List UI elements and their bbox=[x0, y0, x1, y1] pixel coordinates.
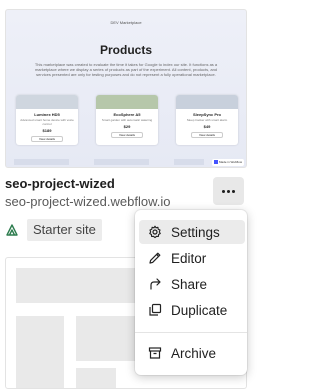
site-name[interactable]: seo-project-wized bbox=[5, 176, 115, 191]
footer-placeholder bbox=[174, 159, 204, 165]
menu-item-editor[interactable]: Editor bbox=[139, 246, 245, 270]
menu-divider bbox=[135, 332, 247, 333]
product-view-button: View details bbox=[31, 136, 63, 142]
starter-plan-icon bbox=[6, 224, 18, 236]
thumbnail-description: This marketplace was created to evaluate… bbox=[34, 62, 218, 77]
product-image bbox=[176, 95, 238, 109]
menu-item-duplicate[interactable]: Duplicate bbox=[139, 298, 245, 322]
thumbnail-product-grid: Luminex HD5 Advanced smart home device w… bbox=[16, 95, 238, 151]
menu-item-label: Share bbox=[171, 276, 208, 292]
site-url[interactable]: seo-project-wized.webflow.io bbox=[5, 194, 170, 209]
site-thumbnail[interactable]: DEV Marketplace Products This marketplac… bbox=[5, 9, 247, 168]
product-description: Sleep tracker with smart alarm bbox=[186, 118, 228, 122]
duplicate-icon bbox=[148, 303, 162, 317]
product-image bbox=[96, 95, 158, 109]
product-name: Luminex HD5 bbox=[34, 112, 60, 117]
thumbnail-brand: DEV Marketplace bbox=[110, 20, 142, 25]
menu-item-label: Settings bbox=[171, 224, 220, 240]
archive-box-icon bbox=[148, 346, 162, 360]
webflow-logo-icon bbox=[214, 160, 219, 165]
made-in-webflow-badge: Made in Webflow bbox=[212, 159, 244, 166]
product-price: $29 bbox=[123, 124, 131, 129]
product-description: Advanced smart home device with voice co… bbox=[20, 118, 74, 126]
product-price: $189 bbox=[42, 128, 52, 133]
pencil-icon bbox=[148, 251, 162, 265]
product-view-button: View details bbox=[191, 132, 223, 138]
thumbnail-product-card: SleepSync Pro Sleep tracker with smart a… bbox=[176, 95, 238, 145]
menu-item-settings[interactable]: Settings bbox=[139, 220, 245, 244]
footer-placeholder bbox=[94, 159, 149, 165]
thumbnail-product-card: Luminex HD5 Advanced smart home device w… bbox=[16, 95, 78, 145]
product-view-button: View details bbox=[111, 132, 143, 138]
menu-item-share[interactable]: Share bbox=[139, 272, 245, 296]
footer-placeholder bbox=[14, 159, 69, 165]
share-arrow-icon bbox=[148, 277, 162, 291]
thumbnail-footer: Made in Webflow bbox=[6, 157, 246, 167]
product-image bbox=[16, 95, 78, 109]
product-name: SleepSync Pro bbox=[192, 112, 221, 117]
site-options-menu: Settings Editor Share Duplicate Archive bbox=[135, 210, 247, 375]
menu-item-archive[interactable]: Archive bbox=[139, 341, 245, 365]
gear-icon bbox=[148, 225, 162, 239]
product-description: Smart garden with automatic watering bbox=[101, 118, 153, 122]
product-name: EcoSphere A5 bbox=[113, 112, 141, 117]
menu-item-label: Duplicate bbox=[171, 302, 228, 318]
thumbnail-product-card: EcoSphere A5 Smart garden with automatic… bbox=[96, 95, 158, 145]
product-price: $49 bbox=[203, 124, 211, 129]
more-options-button[interactable] bbox=[213, 177, 244, 205]
menu-item-label: Editor bbox=[171, 250, 207, 266]
plan-badge: Starter site bbox=[27, 219, 102, 241]
badge-label: Made in Webflow bbox=[219, 160, 242, 164]
thumbnail-title: Products bbox=[99, 43, 152, 57]
more-dots-icon bbox=[222, 189, 235, 193]
menu-item-label: Archive bbox=[171, 345, 217, 361]
